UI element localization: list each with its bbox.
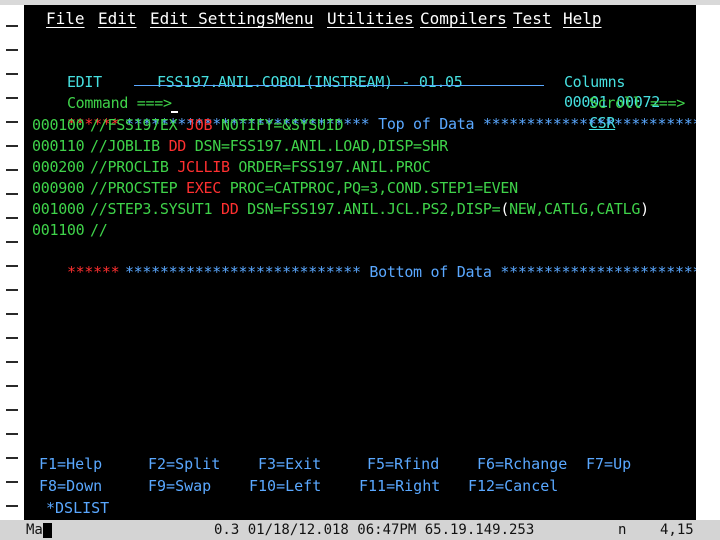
source-token: //FSS197EX	[90, 116, 187, 134]
emulator-status-bar: Ma 0.3 01/18/12.018 06:47PM 65.19.149.25…	[0, 520, 720, 540]
dataset-name: FSS197.ANIL.COBOL(INSTREAM) - 01.05	[156, 73, 463, 91]
source-token: //PROCLIB	[90, 158, 178, 176]
line-number-text: 000110	[32, 137, 85, 155]
pf7-up[interactable]: F7=Up	[586, 454, 631, 474]
menu-help[interactable]: Help	[563, 9, 602, 28]
pf1-help[interactable]: F1=Help	[39, 454, 102, 474]
source-token: (	[500, 200, 510, 218]
margin-tick	[6, 313, 18, 315]
menu-menu[interactable]: Menu	[275, 9, 314, 28]
bottom-of-data-banner: *************************** Bottom of Da…	[90, 242, 696, 281]
source-token: JOB	[186, 116, 213, 134]
menu-edit[interactable]: Edit	[98, 9, 137, 28]
margin-tick	[6, 73, 18, 75]
source-line[interactable]: //JOBLIB DD DSN=FSS197.ANIL.LOAD,DISP=SH…	[90, 136, 448, 156]
menu-compilers[interactable]: Compilers	[420, 9, 507, 28]
action-bar: File Edit Edit_Settings Menu Utilities C…	[24, 5, 696, 33]
status-cursor-block	[43, 523, 52, 538]
line-number[interactable]: 000900	[32, 178, 85, 198]
pf12-cancel[interactable]: F12=Cancel	[468, 476, 558, 496]
source-token: DD	[220, 200, 239, 218]
source-token: //JOBLIB	[90, 137, 169, 155]
line-number-text: 001100	[32, 221, 85, 239]
margin-tick	[6, 505, 18, 507]
pf2-split[interactable]: F2=Split	[148, 454, 220, 474]
source-token: //STEP3.SYSUT1	[90, 200, 221, 218]
source-token: DSN=FSS197.ANIL.JCL.PS2,DISP=	[238, 200, 501, 218]
margin-tick	[6, 169, 18, 171]
columns-indicator: Columns 00001 00072	[529, 52, 660, 111]
margin-tick	[6, 25, 18, 27]
cursor-position: 4,15	[660, 522, 694, 538]
line-number[interactable]: 000100	[32, 115, 85, 135]
margin-tick	[6, 97, 18, 99]
source-token: NOTIFY=&SYSUID	[212, 116, 344, 134]
source-token: EXEC	[186, 179, 221, 197]
source-token: PROC=CATPROC,PQ=3,COND.STEP1=EVEN	[220, 179, 518, 197]
source-line[interactable]: //STEP3.SYSUT1 DD DSN=FSS197.ANIL.JCL.PS…	[90, 199, 649, 219]
pf11-right[interactable]: F11=Right	[359, 476, 440, 496]
margin-tick	[6, 289, 18, 291]
top-of-data-banner: **************************** Top of Data…	[90, 94, 696, 133]
margin-tick	[6, 409, 18, 411]
line-number-text: 001000	[32, 200, 85, 218]
margin-tick	[6, 217, 18, 219]
left-margin	[0, 5, 24, 520]
bottom-of-data-text: *************************** Bottom of Da…	[124, 263, 696, 281]
dslist-shortcut[interactable]: *DSLIST	[46, 498, 109, 518]
source-token: NEW,CATLG,CATLG	[509, 200, 641, 218]
command-input-underline	[134, 85, 544, 86]
scroll-field: Scroll ===> CSR	[554, 73, 685, 132]
margin-tick	[6, 241, 18, 243]
menu-utilities[interactable]: Utilities	[327, 9, 414, 28]
line-number[interactable]: 001100	[32, 220, 85, 240]
margin-tick	[6, 121, 18, 123]
pf9-swap[interactable]: F9=Swap	[148, 476, 211, 496]
line-number[interactable]: 000200	[32, 157, 85, 177]
source-token: ORDER=FSS197.ANIL.PROC	[229, 158, 431, 176]
line-number-text: 000100	[32, 116, 85, 134]
margin-tick	[6, 337, 18, 339]
source-token: JCLLIB	[177, 158, 230, 176]
right-margin	[696, 5, 720, 520]
source-line[interactable]: //PROCSTEP EXEC PROC=CATPROC,PQ=3,COND.S…	[90, 178, 518, 198]
line-number[interactable]: 000110	[32, 136, 85, 156]
source-line[interactable]: //PROCLIB JCLLIB ORDER=FSS197.ANIL.PROC	[90, 157, 431, 177]
menu-edit-settings[interactable]: Edit_Settings	[150, 9, 275, 28]
session-indicator: Ma	[26, 522, 43, 538]
pf10-left[interactable]: F10=Left	[249, 476, 321, 496]
source-token: DD	[168, 137, 187, 155]
status-indicator: n	[618, 522, 627, 538]
line-number[interactable]: 001000	[32, 199, 85, 219]
source-token: //	[90, 221, 108, 239]
margin-tick	[6, 457, 18, 459]
command-input[interactable]	[136, 73, 178, 113]
pf5-rfind[interactable]: F5=Rfind	[367, 454, 439, 474]
source-line[interactable]: //	[90, 220, 108, 240]
line-number-text: 000900	[32, 179, 85, 197]
source-token: )	[640, 200, 649, 218]
margin-tick	[6, 385, 18, 387]
source-line[interactable]: //FSS197EX JOB NOTIFY=&SYSUID	[90, 115, 344, 135]
line-number-text: 000200	[32, 158, 85, 176]
header-line: EDIT	[32, 52, 102, 91]
source-token: DSN=FSS197.ANIL.LOAD,DISP=SHR	[186, 137, 449, 155]
menu-test[interactable]: Test	[513, 9, 552, 28]
margin-tick	[6, 481, 18, 483]
margin-tick	[6, 49, 18, 51]
pf8-down[interactable]: F8=Down	[39, 476, 102, 496]
terminal-screen: File Edit Edit_Settings Menu Utilities C…	[24, 5, 696, 520]
dataset-title: FSS197.ANIL.COBOL(INSTREAM) - 01.05	[122, 52, 463, 91]
margin-tick	[6, 145, 18, 147]
margin-tick	[6, 193, 18, 195]
pf3-exit[interactable]: F3=Exit	[258, 454, 321, 474]
margin-tick	[6, 265, 18, 267]
status-info: 0.3 01/18/12.018 06:47PM 65.19.149.253	[214, 522, 535, 538]
margin-tick	[6, 361, 18, 363]
menu-file[interactable]: File	[46, 9, 85, 28]
margin-tick	[6, 433, 18, 435]
pf6-rchange[interactable]: F6=Rchange	[477, 454, 567, 474]
source-token: //PROCSTEP	[90, 179, 187, 197]
